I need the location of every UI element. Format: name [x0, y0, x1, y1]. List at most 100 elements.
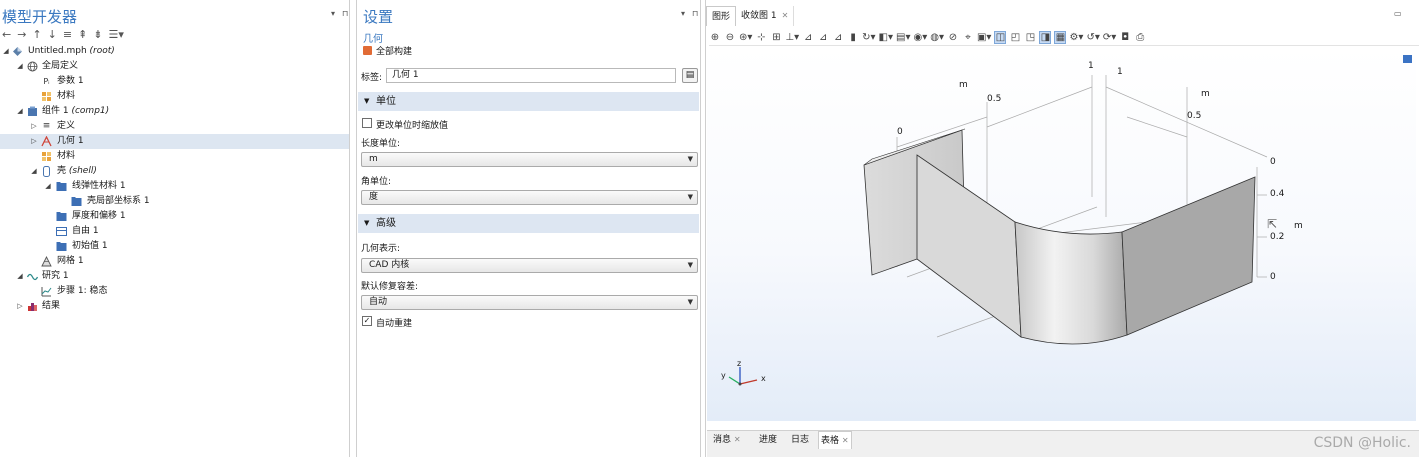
zoom-in-icon[interactable]: ⊕	[709, 32, 721, 43]
arrow-right-icon[interactable]: →	[17, 28, 26, 41]
auto-rebuild-checkbox[interactable]: ✓	[362, 316, 372, 326]
print-icon[interactable]: ⎙	[1134, 32, 1146, 43]
view-xy-icon[interactable]: ⊿	[802, 32, 814, 43]
tree-node-mesh[interactable]: 网格 1	[0, 254, 349, 269]
expand-right-icon[interactable]: ▷	[30, 119, 38, 134]
comsol-window: 模型开发器 ▾ ⊓ ← → ↑ ↓ ≡ ⇞ ⇟ ☰▾ ◢ Untitled.mp…	[0, 0, 1419, 457]
expand-right-icon[interactable]: ▷	[30, 134, 38, 149]
go-to-view-icon[interactable]: ▮	[847, 32, 859, 43]
pin-icon[interactable]: ⊓	[692, 9, 698, 18]
tree-node-parameters[interactable]: Pᵢ 参数 1	[0, 74, 349, 89]
view-zx-icon[interactable]: ⊿	[832, 32, 844, 43]
expand-down-icon[interactable]: ◢	[16, 104, 24, 119]
arrow-up-icon[interactable]: ↑	[32, 28, 41, 41]
tree-node-geometry[interactable]: ▷ 几何 1	[0, 134, 349, 149]
pin-icon[interactable]: ⊓	[342, 9, 348, 18]
table-icon[interactable]: ▦	[1054, 31, 1067, 44]
section-units-header[interactable]: ▼ 单位	[358, 92, 699, 111]
refresh-icon[interactable]: ⟳▾	[1103, 32, 1116, 43]
tree-node-definitions[interactable]: ▷ ≡ 定义	[0, 119, 349, 134]
menu-icon[interactable]: ☰▾	[109, 28, 124, 41]
expand-down-icon[interactable]: ◢	[30, 164, 38, 179]
expand-down-icon[interactable]: ◢	[16, 59, 24, 74]
angle-unit-select[interactable]: 度 ▼	[361, 190, 698, 205]
label-edit-button[interactable]: ▤	[682, 68, 698, 83]
tree-node-study[interactable]: ◢ 研究 1	[0, 269, 349, 284]
tree-node-results[interactable]: ▷ 结果	[0, 299, 349, 314]
expand-right-icon[interactable]: ▷	[16, 299, 24, 314]
viewport-corner-icon[interactable]	[1403, 55, 1412, 63]
panel-menu-icon[interactable]: ▾	[331, 9, 335, 18]
panel-menu-icon[interactable]: ▭	[1394, 9, 1402, 18]
expand-down-icon[interactable]: ◢	[44, 179, 52, 194]
tab-progress[interactable]: 进度	[757, 431, 779, 449]
length-unit-caption: 长度单位:	[361, 139, 401, 149]
panel-menu-icon[interactable]: ▾	[681, 9, 685, 18]
tree-node-step[interactable]: 步骤 1: 稳态	[0, 284, 349, 299]
show-icon[interactable]: ≡	[63, 28, 72, 41]
tree-node-materials[interactable]: 材料	[0, 89, 349, 104]
selection-mode-icon[interactable]: ⌖	[962, 32, 974, 43]
grid-icon[interactable]: ◳	[1024, 32, 1036, 43]
repair-tol-select[interactable]: 自动 ▼	[361, 295, 698, 310]
section-advanced-header[interactable]: ▼ 高级	[358, 214, 699, 233]
tab-convergence-plot[interactable]: 收敛图 1 ✕	[736, 6, 795, 26]
geom-rep-select[interactable]: CAD 内核 ▼	[361, 258, 698, 273]
orientation-icon[interactable]: ⊥▾	[785, 32, 799, 43]
zoom-selection-icon[interactable]: ⊞	[770, 32, 782, 43]
build-all-button[interactable]: 全部构建	[363, 44, 412, 57]
arrow-left-icon[interactable]: ←	[2, 28, 11, 41]
tree-node-component[interactable]: ◢ 组件 1 (comp1)	[0, 104, 349, 119]
select-icon[interactable]: ◧▾	[879, 32, 893, 43]
tab-table[interactable]: 表格 ✕	[818, 431, 852, 449]
graphics-viewport[interactable]: z x y 1 1 m m m 0.5 0.5 0 0 0.4 0.2 0 ⇱	[707, 47, 1416, 421]
hide-icon[interactable]: ⊘	[947, 32, 959, 43]
tree-node-global-definitions[interactable]: ◢ 全局定义	[0, 59, 349, 74]
selection-list-icon[interactable]: ▤▾	[896, 32, 910, 43]
study-icon	[27, 271, 38, 282]
tree-node-linear-elastic[interactable]: ◢ 线弹性材料 1	[0, 179, 349, 194]
view-yz-icon[interactable]: ⊿	[817, 32, 829, 43]
graphics-panel: 图形 收敛图 1 ✕ ▭ ⊕ ⊖ ⊛▾ ⊹ ⊞ ⊥▾ ⊿ ⊿ ⊿ ▮ ↻▾ ◧▾ …	[705, 0, 1419, 457]
tab-graphics[interactable]: 图形	[706, 6, 737, 26]
zoom-extents-icon[interactable]: ⊹	[755, 32, 767, 43]
expand-down-icon[interactable]: ◢	[2, 44, 10, 59]
collapse-icon[interactable]: ⇞	[78, 28, 87, 41]
axis-icon[interactable]: ◨	[1039, 31, 1052, 44]
straight-wall	[916, 154, 1022, 338]
rotate-icon[interactable]: ↻▾	[862, 32, 875, 43]
tree-node-component-materials[interactable]: 材料	[0, 149, 349, 164]
axis-triad	[728, 367, 758, 386]
tab-log[interactable]: 日志	[789, 431, 811, 449]
view-menu-icon[interactable]: ▣▾	[977, 32, 991, 43]
scene-light-icon[interactable]: ◉▾	[913, 32, 927, 43]
model-tree: ◢ Untitled.mph (root) ◢ 全局定义 Pᵢ 参数 1 材料 …	[0, 44, 349, 314]
label-field[interactable]: 几何 1	[386, 68, 676, 83]
collapse-arrow-icon: ▼	[364, 219, 370, 227]
reset-icon[interactable]: ↺▾	[1086, 32, 1099, 43]
scale-values-checkbox[interactable]	[362, 118, 372, 128]
tree-node-initial-values[interactable]: 初始值 1	[0, 239, 349, 254]
tree-node-shell-local-coords[interactable]: 壳局部坐标系 1	[0, 194, 349, 209]
tree-node-shell[interactable]: ◢ 壳 (shell)	[0, 164, 349, 179]
close-icon[interactable]: ✕	[782, 6, 789, 26]
arrow-down-icon[interactable]: ↓	[48, 28, 57, 41]
wireframe-icon[interactable]: ◫	[994, 31, 1007, 44]
tree-node-thickness-offset[interactable]: 厚度和偏移 1	[0, 209, 349, 224]
tree-node-root[interactable]: ◢ Untitled.mph (root)	[0, 44, 349, 59]
transparency-icon[interactable]: ◍▾	[930, 32, 944, 43]
zoom-out-icon[interactable]: ⊖	[724, 32, 736, 43]
render-icon[interactable]: ◰	[1009, 32, 1021, 43]
right-wall	[1121, 176, 1256, 336]
tree-node-free[interactable]: 自由 1	[0, 224, 349, 239]
screenshot-icon[interactable]: ◘	[1119, 32, 1131, 43]
expand-icon[interactable]: ⇟	[93, 28, 102, 41]
expand-down-icon[interactable]: ◢	[16, 269, 24, 284]
close-icon[interactable]: ✕	[842, 436, 849, 445]
length-unit-select[interactable]: m ▼	[361, 152, 698, 167]
tab-messages[interactable]: 消息 ✕	[711, 431, 743, 449]
zoom-box-icon[interactable]: ⊛▾	[739, 32, 752, 43]
camera-settings-icon[interactable]: ⚙▾	[1069, 32, 1083, 43]
watermark: CSDN @Holic.	[1313, 435, 1411, 451]
close-icon[interactable]: ✕	[734, 435, 741, 444]
